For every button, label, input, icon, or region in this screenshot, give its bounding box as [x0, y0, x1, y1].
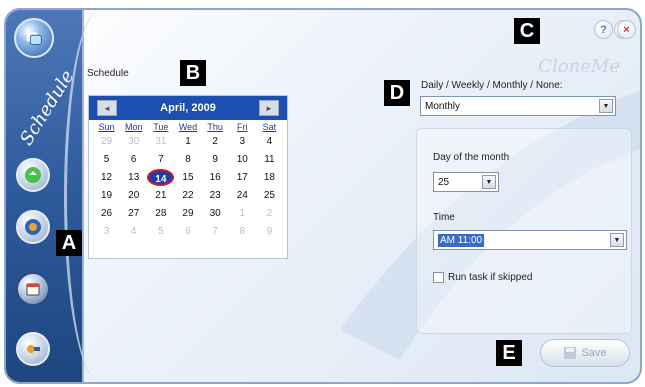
calendar-day-other-month[interactable]: 1: [229, 205, 256, 222]
restore-icon: [25, 167, 41, 183]
calendar-day[interactable]: 8: [174, 151, 201, 168]
calendar-day[interactable]: 24: [229, 187, 256, 204]
close-button[interactable]: ×: [617, 20, 636, 39]
calendar-day[interactable]: 23: [202, 187, 229, 204]
calendar-weekday: Sun: [98, 122, 115, 132]
calendar-grid: Sun Mon Tue Wed Thu Fri Sat 29 30 31 1 2 3 4 5 6 7 8 9 10 11…: [89, 120, 287, 242]
next-month-button[interactable]: ►: [258, 100, 279, 116]
calendar-day[interactable]: 26: [93, 205, 120, 222]
frequency-select[interactable]: Monthly ▼: [420, 96, 616, 116]
calendar-day[interactable]: 19: [93, 187, 120, 204]
prev-month-button[interactable]: ◄: [97, 100, 117, 116]
close-icon: ×: [623, 23, 630, 36]
help-button[interactable]: ?: [594, 20, 613, 39]
calendar-day-other-month[interactable]: 7: [202, 223, 229, 240]
calendar-weekday: Sat: [262, 122, 277, 132]
calendar-day[interactable]: 10: [229, 151, 256, 168]
calendar-day-other-month[interactable]: 31: [147, 133, 174, 150]
calendar: ◄ April, 2009 ► Sun Mon Tue Wed Thu Fri Sat 29 3…: [88, 95, 288, 259]
tools-nav-button[interactable]: [16, 332, 50, 366]
tools-icon: [27, 345, 40, 353]
save-icon: [564, 347, 577, 359]
day-of-month-select[interactable]: 25 ▼: [433, 172, 499, 192]
frequency-value: Monthly: [425, 100, 461, 112]
calendar-day[interactable]: 21: [147, 187, 174, 204]
calendar-day[interactable]: 12: [93, 169, 120, 186]
calendar-day[interactable]: 17: [229, 169, 256, 186]
day-of-month-label: Day of the month: [433, 152, 510, 163]
callout-c: C: [514, 18, 540, 44]
clone-icon: [25, 219, 41, 235]
calendar-weekday: Wed: [178, 122, 198, 132]
calendar-weekday: Fri: [237, 122, 248, 132]
calendar-day-other-month[interactable]: 30: [120, 133, 147, 150]
calendar-day-other-month[interactable]: 2: [256, 205, 283, 222]
calendar-header: ◄ April, 2009 ►: [89, 96, 287, 120]
calendar-day-other-month[interactable]: 4: [120, 223, 147, 240]
calendar-day[interactable]: 25: [256, 187, 283, 204]
calendar-day-other-month[interactable]: 5: [147, 223, 174, 240]
calendar-day[interactable]: 1: [174, 133, 201, 150]
calendar-day[interactable]: 5: [93, 151, 120, 168]
calendar-day[interactable]: 27: [120, 205, 147, 222]
calendar-day[interactable]: 28: [147, 205, 174, 222]
callout-e: E: [496, 340, 522, 366]
calendar-day-other-month[interactable]: 3: [93, 223, 120, 240]
calendar-day-other-month[interactable]: 9: [256, 223, 283, 240]
clone-nav-button[interactable]: [16, 210, 50, 244]
section-label: Schedule: [87, 68, 129, 79]
calendar-day[interactable]: 13: [120, 169, 147, 186]
calendar-day-other-month[interactable]: 29: [93, 133, 120, 150]
chevron-down-icon: ▼: [482, 175, 496, 189]
calendar-day[interactable]: 14: [147, 169, 175, 186]
calendar-day[interactable]: 30: [202, 205, 229, 222]
app-logo-icon: [14, 18, 54, 58]
time-select[interactable]: AM 11:00 ▼: [433, 230, 627, 250]
calendar-month: April, 2009: [160, 102, 216, 114]
calendar-day[interactable]: 15: [174, 169, 201, 186]
help-icon: ?: [600, 23, 607, 36]
schedule-nav-button[interactable]: [16, 272, 50, 306]
time-value: AM 11:00: [438, 233, 485, 247]
calendar-day[interactable]: 20: [120, 187, 147, 204]
brand-watermark: CloneMe: [538, 56, 620, 77]
callout-a: A: [56, 230, 82, 256]
chevron-down-icon: ▼: [610, 233, 624, 247]
calendar-day[interactable]: 22: [174, 187, 201, 204]
calendar-day[interactable]: 6: [120, 151, 147, 168]
calendar-day[interactable]: 7: [147, 151, 174, 168]
calendar-day-other-month[interactable]: 6: [174, 223, 201, 240]
run-if-skipped-label: Run task if skipped: [448, 272, 533, 283]
save-label: Save: [581, 347, 607, 359]
save-button[interactable]: Save: [540, 339, 630, 367]
day-of-month-value: 25: [438, 176, 450, 188]
calendar-day-other-month[interactable]: 8: [229, 223, 256, 240]
calendar-day[interactable]: 16: [202, 169, 229, 186]
schedule-icon: [26, 283, 40, 296]
calendar-weekday: Thu: [207, 122, 223, 132]
run-if-skipped-checkbox[interactable]: [433, 272, 444, 283]
calendar-weekday: Mon: [124, 122, 143, 132]
calendar-weekday: Tue: [153, 122, 169, 132]
time-label: Time: [433, 212, 455, 223]
callout-d: D: [384, 80, 410, 106]
callout-b: B: [180, 60, 206, 86]
chevron-down-icon: ▼: [599, 99, 613, 113]
restore-nav-button[interactable]: [16, 158, 50, 192]
calendar-day[interactable]: 18: [256, 169, 283, 186]
calendar-day[interactable]: 9: [202, 151, 229, 168]
calendar-day[interactable]: 2: [202, 133, 229, 150]
calendar-day[interactable]: 11: [256, 151, 283, 168]
calendar-day[interactable]: 3: [229, 133, 256, 150]
calendar-day[interactable]: 29: [174, 205, 201, 222]
run-if-skipped-row[interactable]: Run task if skipped: [433, 272, 533, 283]
sidebar: Schedule: [6, 10, 84, 382]
frequency-label: Daily / Weekly / Monthly / None:: [421, 80, 563, 91]
calendar-day[interactable]: 4: [256, 133, 283, 150]
